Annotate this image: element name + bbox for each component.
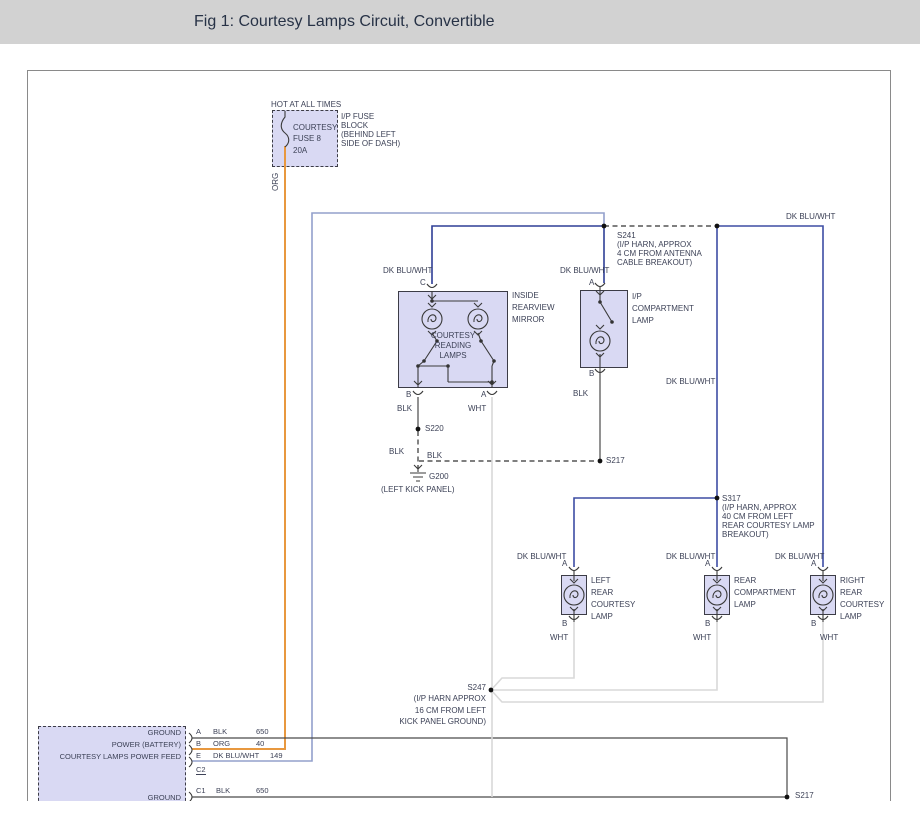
splice-note-s317: S317 (I/P HARN, APPROX 40 CM FROM LEFT R… <box>722 494 815 539</box>
lamp3-pin-b: B <box>811 619 817 628</box>
connector-fn-ground: GROUND <box>147 728 181 737</box>
connector-circuit-b: 40 <box>256 739 265 748</box>
lamp3-pin-a: A <box>811 559 817 568</box>
wire-label-mirror-wht: WHT <box>468 404 487 413</box>
ground-label-g200: G200 <box>429 472 449 481</box>
connector-wire-a: BLK <box>213 727 228 736</box>
lamp2-pin-b: B <box>705 619 711 628</box>
wire-label-ground-blk: BLK <box>389 447 405 456</box>
connector-wire-b: ORG <box>213 739 231 748</box>
wire-label-rear-feed-mid: DK BLU/WHT <box>666 377 716 386</box>
mirror-pin-c: C <box>420 278 426 287</box>
connector-circuit-c1: 650 <box>256 786 269 795</box>
mirror-pin-b: B <box>406 390 412 399</box>
right-rear-courtesy-lamp-box <box>810 575 836 615</box>
connector-pin-e: E <box>196 751 202 760</box>
wire-label-lamp3-feed: DK BLU/WHT <box>775 552 825 561</box>
ip-lamp-name-label: I/P COMPARTMENT LAMP <box>632 292 694 325</box>
lamp3-name-label: RIGHT REAR COURTESY LAMP <box>840 576 885 621</box>
wire-label-org: ORG <box>271 172 280 191</box>
connector-wire-c1: BLK <box>216 786 231 795</box>
fuse-location-label: I/P FUSE BLOCK (BEHIND LEFT SIDE OF DASH… <box>341 112 401 148</box>
wiring-diagram-page: Fig 1: Courtesy Lamps Circuit, Convertib… <box>0 0 920 823</box>
splice-label-s217-bottom: S217 <box>795 791 814 800</box>
wire-label-lamp2-wht: WHT <box>693 633 712 642</box>
lamp2-pin-a: A <box>705 559 711 568</box>
wire-label-s217-blk: BLK <box>427 451 443 460</box>
connector-circuit-a: 650 <box>256 727 269 736</box>
connector-pin-a: A <box>196 727 202 736</box>
splice-note-s241: S241 (I/P HARN, APPROX 4 CM FROM ANTENNA… <box>617 231 702 267</box>
connector-fn-power: POWER (BATTERY) <box>111 740 181 749</box>
ip-lamp-pin-b: B <box>589 369 595 378</box>
ground-location-label: (LEFT KICK PANEL) <box>381 485 455 494</box>
wire-label-lamp1-feed: DK BLU/WHT <box>517 552 567 561</box>
wire-label-lamp3-wht: WHT <box>820 633 839 642</box>
mirror-name-label: INSIDE REARVIEW MIRROR <box>512 291 555 324</box>
wire-label-ip-blk: BLK <box>573 389 589 398</box>
hot-at-all-times-label: HOT AT ALL TIMES <box>271 100 342 109</box>
splice-label-s217-mid: S217 <box>606 456 625 465</box>
wire-label-mirror-feed: DK BLU/WHT <box>383 266 433 275</box>
splice-note-s247: S247 (I/P HARN APPROX 16 CM FROM LEFT KI… <box>399 683 486 727</box>
page-title: Fig 1: Courtesy Lamps Circuit, Convertib… <box>194 13 495 30</box>
connector-pin-b: B <box>196 739 202 748</box>
connector-circuit-e: 149 <box>270 751 283 760</box>
connector-id-c2: C2 <box>196 765 206 775</box>
connector-wire-e: DK BLU/WHT <box>213 751 260 760</box>
wire-label-mirror-blk: BLK <box>397 404 413 413</box>
splice-label-s220: S220 <box>425 424 444 433</box>
connector-pin-c1: C1 <box>196 786 206 795</box>
rear-compartment-lamp-box <box>704 575 730 615</box>
left-rear-courtesy-lamp-box <box>561 575 587 615</box>
clip-cover <box>0 801 920 823</box>
lamp2-name-label: REAR COMPARTMENT LAMP <box>734 576 796 609</box>
fuse-name-label: COURTESY FUSE 8 20A <box>293 123 338 155</box>
ip-compartment-lamp-box <box>580 290 628 368</box>
lamp1-pin-b: B <box>562 619 568 628</box>
wire-label-lamp1-wht: WHT <box>550 633 569 642</box>
ip-lamp-pin-a: A <box>589 278 595 287</box>
courtesy-reading-lamps-label: COURTESY READING LAMPS <box>430 331 476 360</box>
lamp1-name-label: LEFT REAR COURTESY LAMP <box>591 576 636 621</box>
mirror-pin-a: A <box>481 390 487 399</box>
lamp1-pin-a: A <box>562 559 568 568</box>
header-bar: Fig 1: Courtesy Lamps Circuit, Convertib… <box>0 0 920 44</box>
wire-label-ip-feed: DK BLU/WHT <box>560 266 610 275</box>
wire-label-rear-feed-top: DK BLU/WHT <box>786 212 836 221</box>
connector-fn-feed: COURTESY LAMPS POWER FEED <box>59 752 181 761</box>
